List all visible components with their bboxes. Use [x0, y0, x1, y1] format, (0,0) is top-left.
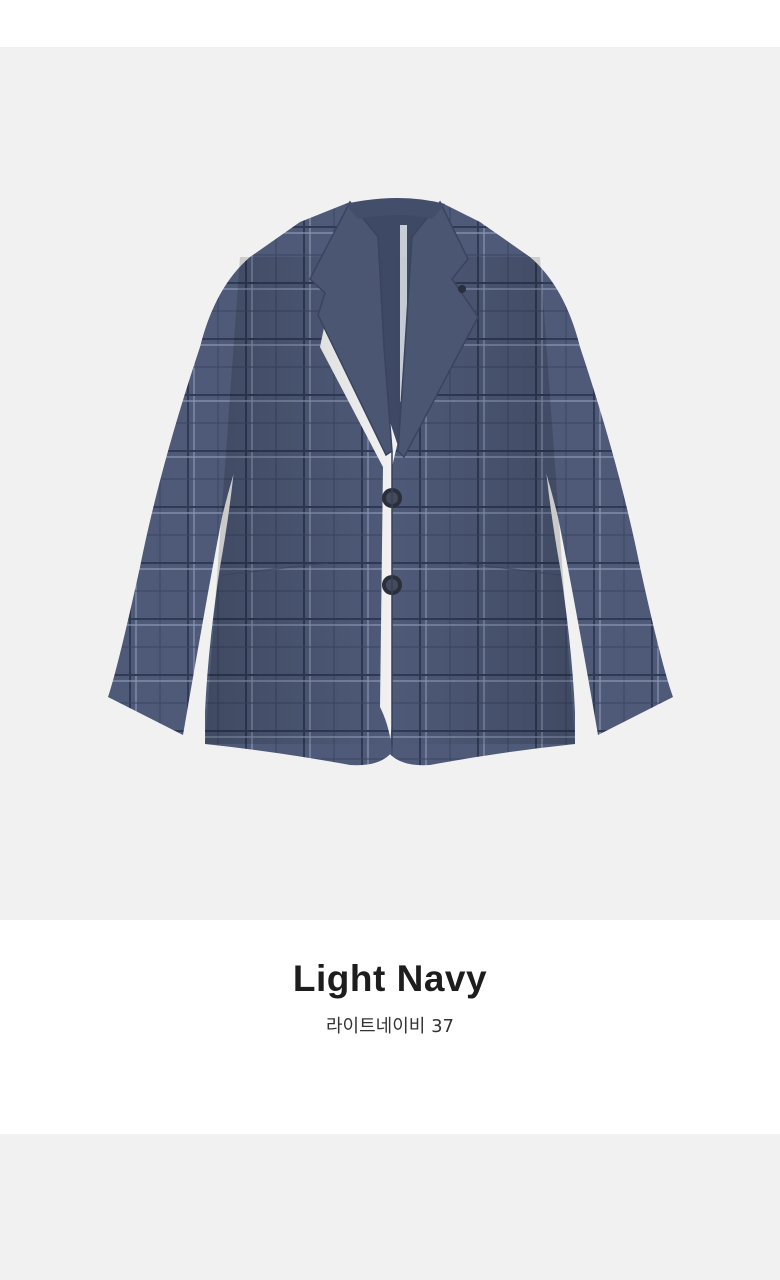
top-spacer: [0, 0, 780, 47]
product-photo-panel: [0, 47, 780, 920]
jacket-product-image: [108, 198, 673, 766]
product-detail-page: Light Navy 라이트네이비 37: [0, 0, 780, 1280]
bottom-gray-panel: [0, 1134, 780, 1280]
caption-block: Light Navy 라이트네이비 37: [0, 920, 780, 1134]
color-code-subtitle: 라이트네이비 37: [326, 1016, 454, 1037]
color-name-title: Light Navy: [292, 958, 488, 999]
